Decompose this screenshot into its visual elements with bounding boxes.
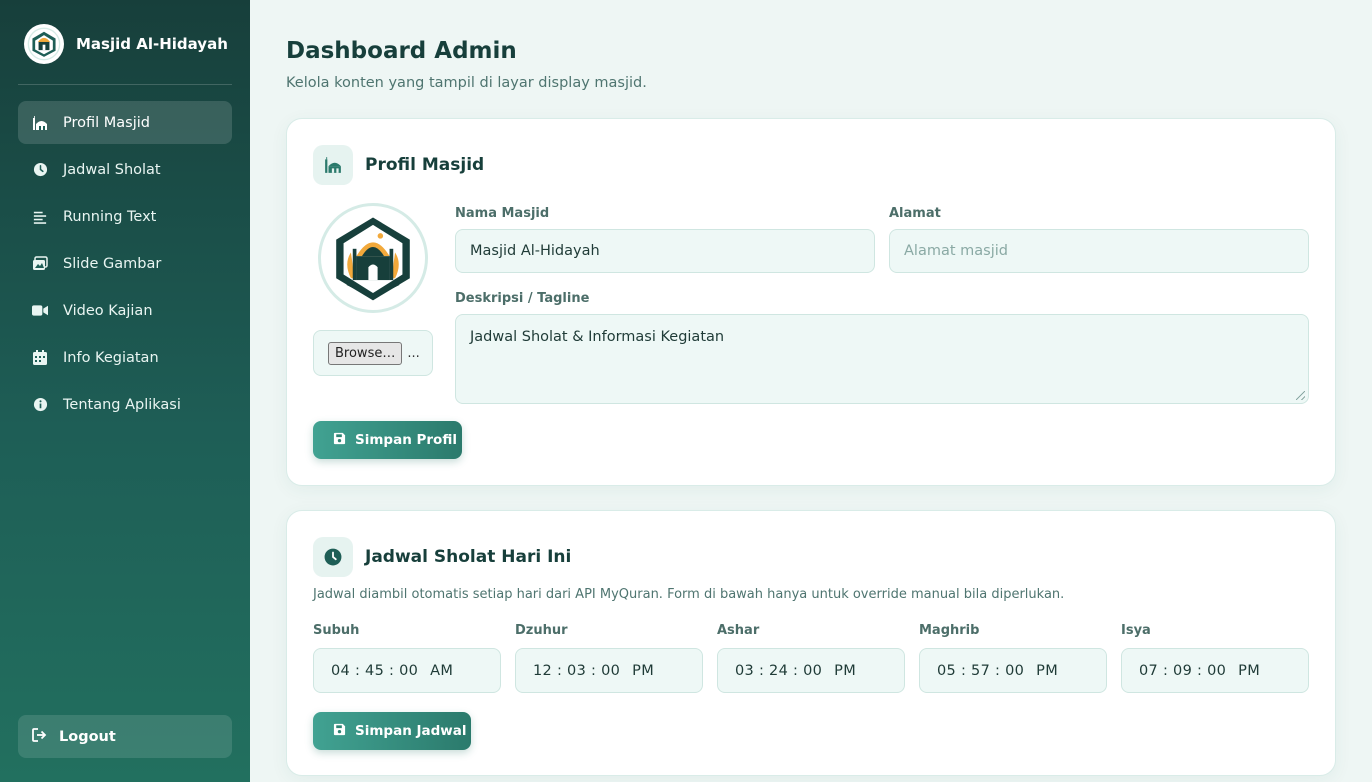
mosque-logo-icon — [24, 24, 64, 64]
page-subtitle: Kelola konten yang tampil di layar displ… — [286, 75, 647, 91]
sidebar-item-jadwal-sholat[interactable]: Jadwal Sholat — [18, 148, 232, 191]
time-value: 07 : 09 : 00 — [1139, 662, 1227, 679]
dzuhur-time-input[interactable]: 12 : 03 : 00 PM — [515, 648, 703, 693]
ampm-value: PM — [1036, 662, 1059, 679]
sidebar-item-running-text[interactable]: Running Text — [18, 195, 232, 238]
time-value: 03 : 24 : 00 — [735, 662, 823, 679]
ampm-value: PM — [834, 662, 857, 679]
sidebar-item-label: Tentang Aplikasi — [63, 396, 181, 413]
sidebar-item-slide-gambar[interactable]: Slide Gambar — [18, 242, 232, 285]
subuh-time-input[interactable]: 04 : 45 : 00 AM — [313, 648, 501, 693]
ashar-label: Ashar — [717, 623, 760, 638]
sidebar-nav: Profil Masjid Jadwal Sholat Running Text… — [18, 101, 232, 430]
info-icon — [32, 397, 48, 413]
video-icon — [32, 303, 48, 319]
time-value: 12 : 03 : 00 — [533, 662, 621, 679]
nama-masjid-input[interactable]: Masjid Al-Hidayah — [455, 229, 875, 273]
ampm-value: AM — [430, 662, 454, 679]
maghrib-time-input[interactable]: 05 : 57 : 00 PM — [919, 648, 1107, 693]
alamat-label: Alamat — [889, 206, 941, 221]
align-left-icon — [32, 209, 48, 225]
maghrib-label: Maghrib — [919, 623, 980, 638]
sidebar-item-label: Profil Masjid — [63, 114, 150, 131]
jadwal-note: Jadwal diambil otomatis setiap hari dari… — [313, 587, 1065, 602]
logout-button[interactable]: Logout — [18, 715, 232, 758]
sidebar-item-label: Slide Gambar — [63, 255, 162, 272]
mosque-icon — [313, 145, 353, 185]
ampm-value: PM — [1238, 662, 1261, 679]
mosque-icon — [32, 115, 48, 131]
images-icon — [32, 256, 48, 272]
resize-grip[interactable] — [1296, 391, 1305, 400]
clock-icon — [313, 537, 353, 577]
simpan-jadwal-button[interactable]: Simpan Jadwal — [313, 712, 471, 750]
sidebar-item-profil-masjid[interactable]: Profil Masjid — [18, 101, 232, 144]
sidebar-item-video-kajian[interactable]: Video Kajian — [18, 289, 232, 332]
sidebar: Masjid Al-Hidayah Profil Masjid Jadwal S… — [0, 0, 250, 782]
save-icon — [333, 723, 346, 740]
isya-time-input[interactable]: 07 : 09 : 00 PM — [1121, 648, 1309, 693]
mosque-logo-icon — [336, 217, 410, 301]
profil-card-title: Profil Masjid — [365, 155, 485, 175]
sidebar-item-label: Running Text — [63, 208, 157, 225]
calendar-icon — [32, 350, 48, 366]
brand-name: Masjid Al-Hidayah — [76, 35, 228, 53]
isya-label: Isya — [1121, 623, 1151, 638]
clock-icon — [32, 162, 48, 178]
mosque-logo-preview — [318, 203, 428, 313]
dzuhur-label: Dzuhur — [515, 623, 568, 638]
brand[interactable]: Masjid Al-Hidayah — [24, 24, 228, 64]
time-value: 04 : 45 : 00 — [331, 662, 419, 679]
time-value: 05 : 57 : 00 — [937, 662, 1025, 679]
sidebar-divider — [18, 84, 232, 85]
sidebar-item-tentang-aplikasi[interactable]: Tentang Aplikasi — [18, 383, 232, 426]
deskripsi-value: Jadwal Sholat & Informasi Kegiatan — [470, 329, 725, 345]
browse-button[interactable]: Browse… — [328, 341, 403, 365]
deskripsi-textarea[interactable]: Jadwal Sholat & Informasi Kegiatan — [455, 314, 1309, 404]
simpan-profil-button[interactable]: Simpan Profil — [313, 421, 462, 459]
sidebar-item-label: Jadwal Sholat — [63, 161, 161, 178]
nama-masjid-label: Nama Masjid — [455, 206, 550, 221]
logo-file-input[interactable]: Browse… ... — [313, 330, 433, 376]
deskripsi-label: Deskripsi / Tagline — [455, 291, 590, 306]
file-name: ... — [407, 345, 420, 361]
jadwal-card: Jadwal Sholat Hari Ini Jadwal diambil ot… — [286, 510, 1336, 776]
subuh-label: Subuh — [313, 623, 360, 638]
ampm-value: PM — [632, 662, 655, 679]
alamat-input[interactable]: Alamat masjid — [889, 229, 1309, 273]
profil-card: Profil Masjid Browse… ... Nama Masjid Ma… — [286, 118, 1336, 486]
logout-icon — [32, 727, 48, 746]
sidebar-item-label: Video Kajian — [63, 302, 153, 319]
save-icon — [333, 432, 346, 449]
sidebar-item-label: Info Kegiatan — [63, 349, 159, 366]
logout-label: Logout — [59, 728, 116, 745]
jadwal-card-header: Jadwal Sholat Hari Ini — [313, 537, 571, 577]
profil-card-header: Profil Masjid — [313, 145, 484, 185]
simpan-jadwal-label: Simpan Jadwal — [355, 723, 467, 739]
simpan-profil-label: Simpan Profil — [355, 432, 457, 448]
sidebar-item-info-kegiatan[interactable]: Info Kegiatan — [18, 336, 232, 379]
page-title: Dashboard Admin — [286, 38, 517, 64]
ashar-time-input[interactable]: 03 : 24 : 00 PM — [717, 648, 905, 693]
jadwal-card-title: Jadwal Sholat Hari Ini — [365, 547, 572, 567]
